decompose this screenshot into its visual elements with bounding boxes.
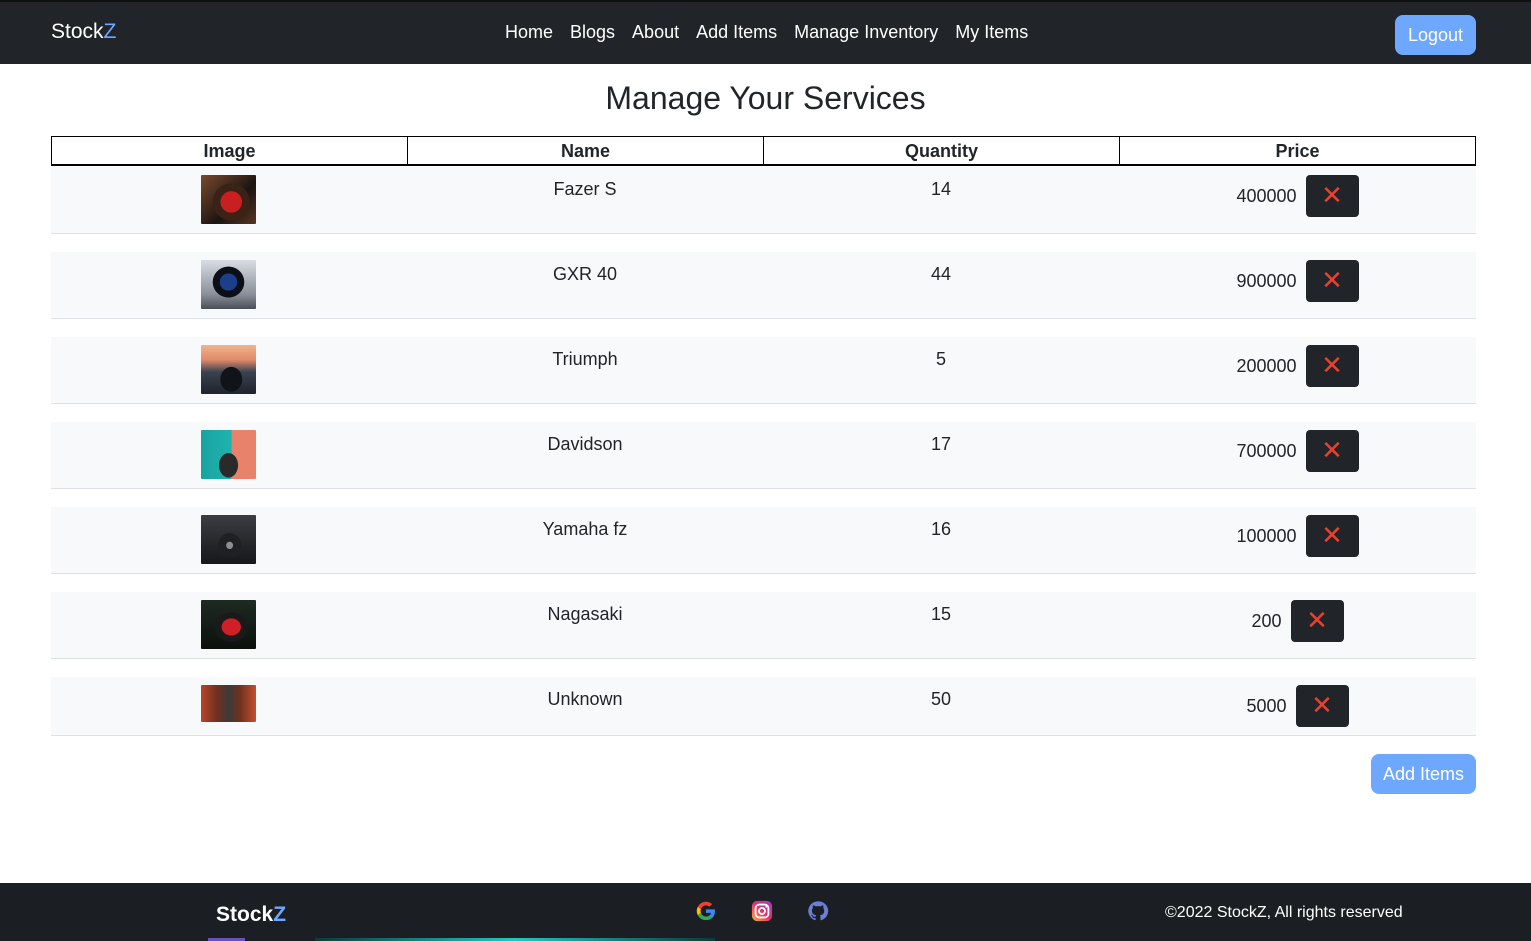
github-icon[interactable] xyxy=(807,900,829,922)
copyright-text: ©2022 StockZ, All rights reserved xyxy=(1165,904,1403,921)
item-name: Davidson xyxy=(547,434,623,454)
item-quantity: 14 xyxy=(930,179,952,199)
item-quantity: 16 xyxy=(930,519,952,539)
motorcycle-thumbnail xyxy=(201,260,256,309)
top-navbar: StockZ Home Blogs About Add Items Manage… xyxy=(0,0,1531,64)
delete-button[interactable]: ✕ xyxy=(1305,430,1359,472)
price-cell: 400000 ✕ xyxy=(1119,175,1476,217)
table-row: Nagasaki 15 200 ✕ xyxy=(51,592,1476,659)
item-price: 900000 xyxy=(1236,270,1297,291)
close-icon: ✕ xyxy=(1321,436,1343,466)
footer-brand-main: Stock xyxy=(216,903,274,926)
column-header-name: Name xyxy=(408,137,764,164)
table-row: Yamaha fz 16 100000 ✕ xyxy=(51,507,1476,574)
delete-button[interactable]: ✕ xyxy=(1305,345,1359,387)
item-name: Unknown xyxy=(547,689,623,709)
price-cell: 900000 ✕ xyxy=(1119,260,1476,302)
price-cell: 700000 ✕ xyxy=(1119,430,1476,472)
nav-link-about[interactable]: About xyxy=(632,22,679,43)
brand-logo[interactable]: StockZ xyxy=(51,20,116,44)
column-header-price: Price xyxy=(1275,141,1320,161)
nav-link-home[interactable]: Home xyxy=(505,22,553,43)
table-header: Image Name Quantity Price xyxy=(51,136,1476,166)
item-name: GXR 40 xyxy=(552,264,618,284)
nav-links: Home Blogs About Add Items Manage Invent… xyxy=(505,22,1045,43)
item-name: Yamaha fz xyxy=(542,519,628,539)
nav-link-add-items[interactable]: Add Items xyxy=(696,22,777,43)
table-row: Unknown 50 5000 ✕ xyxy=(51,677,1476,736)
column-header-quantity: Quantity xyxy=(764,137,1120,164)
table-row: GXR 40 44 900000 ✕ xyxy=(51,252,1476,319)
item-quantity: 5 xyxy=(935,349,946,369)
close-icon: ✕ xyxy=(1321,351,1343,381)
table-row: Fazer S 14 400000 ✕ xyxy=(51,167,1476,234)
delete-button[interactable]: ✕ xyxy=(1305,175,1359,217)
item-price: 200000 xyxy=(1236,355,1297,376)
motorcycle-thumbnail xyxy=(201,600,256,649)
item-price: 700000 xyxy=(1236,440,1297,461)
close-icon: ✕ xyxy=(1321,521,1343,551)
motorcycle-thumbnail xyxy=(201,515,256,564)
item-price: 100000 xyxy=(1236,525,1297,546)
close-icon: ✕ xyxy=(1321,181,1343,211)
page-title: Manage Your Services xyxy=(605,80,926,116)
price-cell: 200000 ✕ xyxy=(1119,345,1476,387)
item-name: Triumph xyxy=(552,349,618,369)
item-name: Fazer S xyxy=(553,179,617,199)
brand-main: Stock xyxy=(51,20,104,43)
footer: StockZ ©2022 StockZ, All rights reserved xyxy=(0,883,1531,941)
logout-button[interactable]: Logout xyxy=(1395,15,1476,55)
close-icon: ✕ xyxy=(1311,691,1333,721)
footer-brand-accent: Z xyxy=(273,903,287,926)
item-price: 5000 xyxy=(1246,695,1287,716)
motorcycle-thumbnail xyxy=(201,430,256,479)
item-name: Nagasaki xyxy=(547,604,623,624)
table-row: Triumph 5 200000 ✕ xyxy=(51,337,1476,404)
google-icon[interactable] xyxy=(695,900,717,922)
instagram-icon[interactable] xyxy=(751,900,773,922)
delete-button[interactable]: ✕ xyxy=(1290,600,1344,642)
delete-button[interactable]: ✕ xyxy=(1305,515,1359,557)
nav-link-blogs[interactable]: Blogs xyxy=(570,22,615,43)
item-quantity: 15 xyxy=(930,604,952,624)
item-quantity: 44 xyxy=(930,264,952,284)
motorcycle-thumbnail xyxy=(201,345,256,394)
column-header-image: Image xyxy=(52,137,408,164)
item-price: 400000 xyxy=(1236,185,1297,206)
road-thumbnail xyxy=(201,685,256,722)
delete-button[interactable]: ✕ xyxy=(1305,260,1359,302)
nav-link-manage-inventory[interactable]: Manage Inventory xyxy=(794,22,938,43)
item-quantity: 17 xyxy=(930,434,952,454)
close-icon: ✕ xyxy=(1321,266,1343,296)
delete-button[interactable]: ✕ xyxy=(1295,685,1349,727)
price-cell: 200 ✕ xyxy=(1119,600,1476,642)
add-items-button[interactable]: Add Items xyxy=(1371,754,1476,794)
price-cell: 5000 ✕ xyxy=(1119,685,1476,727)
footer-brand[interactable]: StockZ xyxy=(216,903,286,927)
brand-accent: Z xyxy=(103,20,117,43)
close-icon: ✕ xyxy=(1306,606,1328,636)
nav-link-my-items[interactable]: My Items xyxy=(955,22,1028,43)
price-cell: 100000 ✕ xyxy=(1119,515,1476,557)
table-row: Davidson 17 700000 ✕ xyxy=(51,422,1476,489)
motorcycle-thumbnail xyxy=(201,175,256,224)
item-quantity: 50 xyxy=(930,689,952,709)
social-links xyxy=(695,900,829,922)
item-price: 200 xyxy=(1251,610,1282,631)
